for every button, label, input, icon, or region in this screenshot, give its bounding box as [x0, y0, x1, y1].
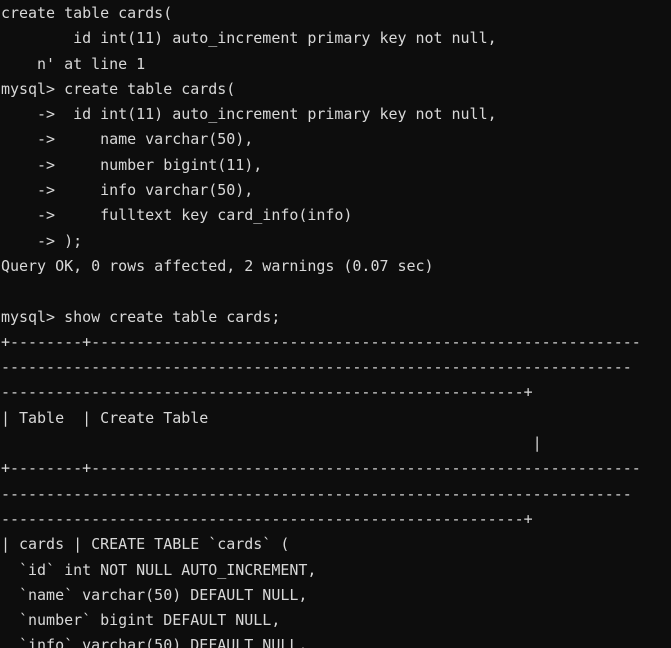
terminal-line: -> id int(11) auto_increment primary key… [1, 105, 497, 124]
terminal-line: ----------------------------------------… [1, 383, 533, 402]
terminal-line: | cards | CREATE TABLE `cards` ( [1, 535, 290, 554]
terminal-line: n' at line 1 [1, 54, 146, 73]
terminal-line: ----------------------------------------… [1, 358, 632, 377]
terminal-line: +--------+------------------------------… [1, 332, 641, 351]
terminal-line: -> ); [1, 231, 83, 250]
terminal-line: -> number bigint(11), [1, 155, 263, 174]
terminal-line: id int(11) auto_increment primary key no… [1, 29, 497, 48]
terminal-line: `id` int NOT NULL AUTO_INCREMENT, [1, 560, 317, 579]
terminal-line: -> fulltext key card_info(info) [1, 206, 353, 225]
terminal-line: Query OK, 0 rows affected, 2 warnings (0… [1, 256, 434, 275]
terminal-line: mysql> show create table cards; [1, 307, 281, 326]
terminal-line: ----------------------------------------… [1, 484, 632, 503]
terminal-line: `info` varchar(50) DEFAULT NULL, [1, 636, 308, 648]
terminal-line: ----------------------------------------… [1, 509, 533, 528]
terminal-line: -> name varchar(50), [1, 130, 254, 149]
terminal-line: `name` varchar(50) DEFAULT NULL, [1, 585, 308, 604]
terminal-line: `number` bigint DEFAULT NULL, [1, 611, 281, 630]
terminal-window[interactable]: create table cards( id int(11) auto_incr… [0, 0, 671, 648]
terminal-line: -> info varchar(50), [1, 181, 254, 200]
terminal-line: | Table | Create Table [1, 408, 650, 427]
terminal-line: +--------+------------------------------… [1, 459, 641, 478]
terminal-line: create table cards( [1, 4, 173, 22]
terminal-screen[interactable]: create table cards( id int(11) auto_incr… [0, 0, 671, 648]
terminal-line: mysql> create table cards( [1, 79, 236, 98]
terminal-line: | [1, 434, 542, 453]
